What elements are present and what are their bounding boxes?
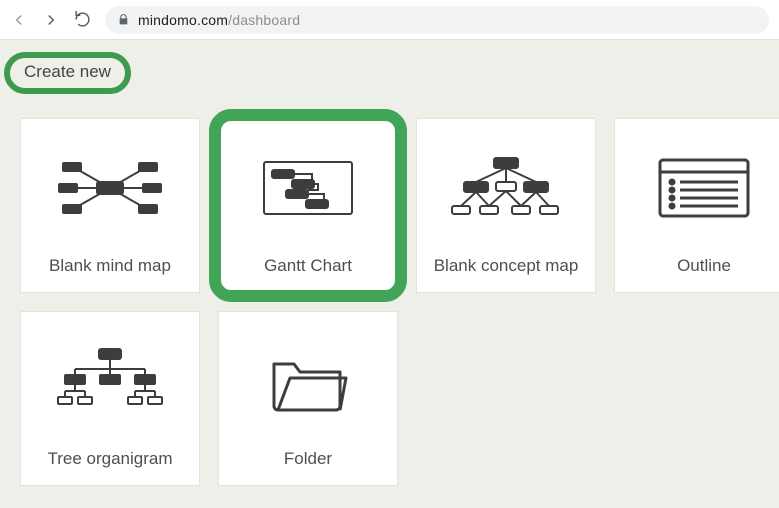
card-outline[interactable]: Outline bbox=[614, 118, 779, 293]
back-icon[interactable] bbox=[10, 11, 28, 29]
template-grid: Blank mind map Gantt Chart bbox=[4, 102, 763, 486]
tree-icon bbox=[21, 312, 199, 449]
card-blank-concept-map[interactable]: Blank concept map bbox=[416, 118, 596, 293]
card-gantt-chart[interactable]: Gantt Chart bbox=[218, 118, 398, 293]
reload-icon[interactable] bbox=[74, 11, 91, 28]
address-bar[interactable]: mindomo.com/dashboard bbox=[105, 6, 769, 34]
create-new-label: Create new bbox=[24, 62, 111, 81]
card-tree-organigram[interactable]: Tree organigram bbox=[20, 311, 200, 486]
forward-icon[interactable] bbox=[42, 11, 60, 29]
concept-map-icon bbox=[417, 119, 595, 256]
card-label: Gantt Chart bbox=[264, 256, 352, 276]
card-blank-mind-map[interactable]: Blank mind map bbox=[20, 118, 200, 293]
card-label: Folder bbox=[284, 449, 332, 469]
folder-icon bbox=[219, 312, 397, 449]
gantt-icon bbox=[219, 119, 397, 256]
card-label: Blank mind map bbox=[49, 256, 171, 276]
create-new-button[interactable]: Create new bbox=[4, 52, 131, 94]
card-folder[interactable]: Folder bbox=[218, 311, 398, 486]
card-label: Outline bbox=[677, 256, 731, 276]
card-label: Blank concept map bbox=[434, 256, 579, 276]
url-text: mindomo.com/dashboard bbox=[138, 12, 300, 28]
browser-toolbar: mindomo.com/dashboard bbox=[0, 0, 779, 40]
outline-icon bbox=[615, 119, 779, 256]
lock-icon bbox=[117, 13, 130, 26]
mind-map-icon bbox=[21, 119, 199, 256]
card-label: Tree organigram bbox=[47, 449, 172, 469]
